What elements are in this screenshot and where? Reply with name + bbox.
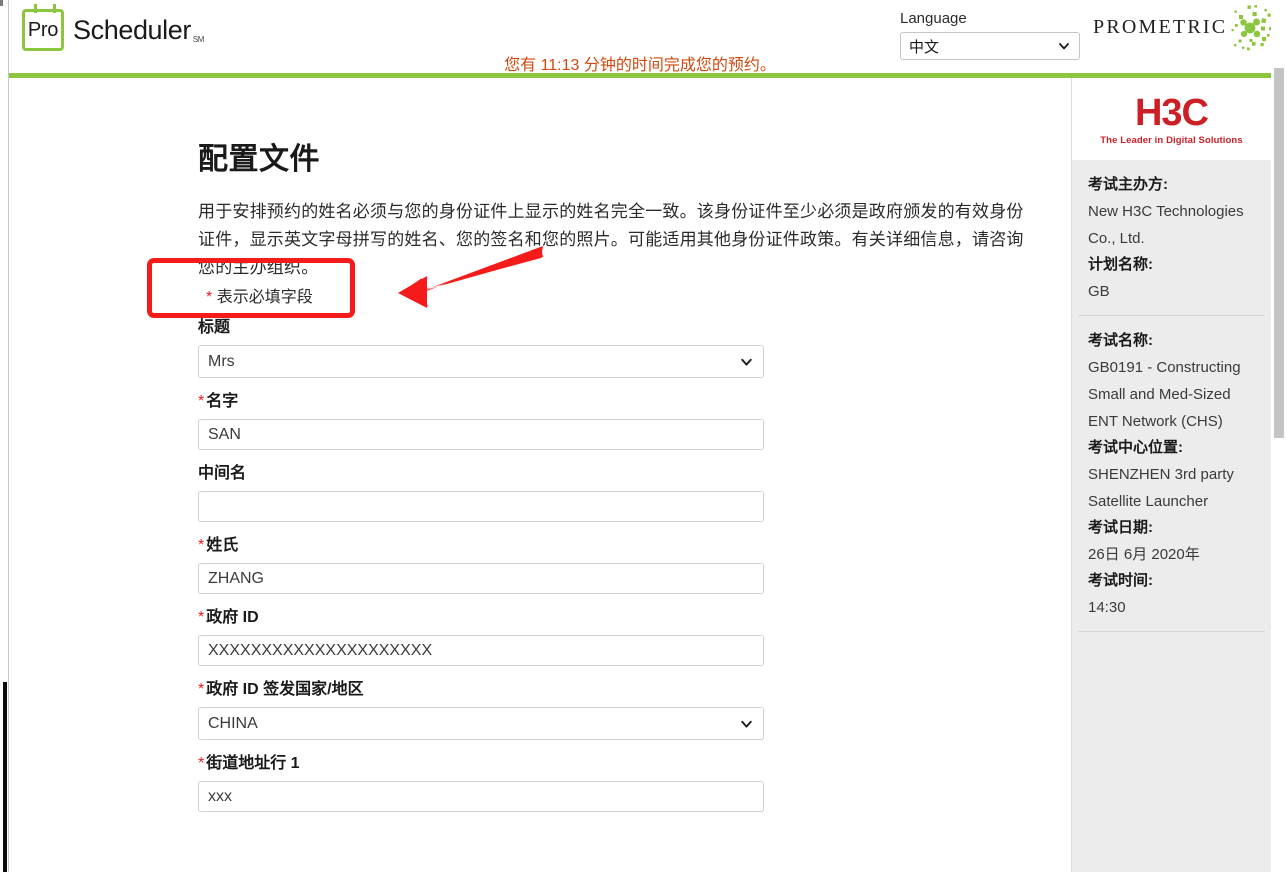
sidebar-group: 考试名称: GB0191 - Constructing Small and Med… bbox=[1072, 316, 1271, 631]
form-field: * 政府 ID bbox=[198, 608, 768, 666]
form-select[interactable]: CHINA bbox=[198, 707, 764, 740]
prometric-wordmark: PROMETRIC bbox=[1093, 16, 1228, 38]
required-star: * bbox=[198, 755, 205, 772]
form-field: 中间名 bbox=[198, 464, 768, 522]
form-field-label: 标题 bbox=[198, 318, 768, 338]
form-text-input[interactable] bbox=[198, 491, 764, 522]
form-text-input[interactable] bbox=[198, 563, 764, 594]
h3c-logo-tagline: The Leader in Digital Solutions bbox=[1100, 134, 1243, 146]
logo-wordmark: Scheduler SM bbox=[73, 14, 204, 46]
form-field-label: * 名字 bbox=[198, 392, 768, 412]
form-field-label: * 政府 ID bbox=[198, 608, 768, 628]
required-star: * bbox=[198, 393, 205, 410]
required-note-star: * bbox=[206, 289, 213, 306]
sidebar-item-value: GB bbox=[1088, 283, 1110, 300]
chevron-down-icon bbox=[741, 358, 752, 366]
required-star: * bbox=[198, 681, 205, 698]
logo-badge-text: Pro bbox=[27, 18, 59, 41]
logo-servicemark: SM bbox=[192, 34, 205, 44]
required-star: * bbox=[198, 609, 205, 626]
form-select-value: Mrs bbox=[208, 352, 235, 370]
sidebar-item-value: SHENZHEN 3rd party Satellite Launcher bbox=[1088, 466, 1234, 510]
language-select-value: 中文 bbox=[909, 38, 940, 56]
page-header: Pro Scheduler SM Language 中文 PROMETRIC 您… bbox=[9, 0, 1275, 74]
form-field-label-text: 中间名 bbox=[198, 465, 247, 482]
calendar-ring-left-icon bbox=[34, 4, 37, 13]
form-field-label: * 姓氏 bbox=[198, 536, 768, 556]
h3c-logo-text: H3C bbox=[1134, 91, 1209, 134]
form-field: * 名字 bbox=[198, 392, 768, 450]
left-edge-dark-bar bbox=[3, 682, 7, 872]
sidebar-divider bbox=[1078, 631, 1265, 632]
sidebar-item-label: 考试名称: bbox=[1088, 332, 1153, 349]
form-field-label: 中间名 bbox=[198, 464, 768, 484]
sidebar-item-label: 考试中心位置: bbox=[1088, 439, 1183, 456]
form-text-input[interactable] bbox=[198, 635, 764, 666]
chevron-down-icon bbox=[741, 720, 752, 728]
form-select[interactable]: Mrs bbox=[198, 345, 764, 378]
form-field-label-text: 政府 ID bbox=[206, 609, 259, 626]
sidebar-item-label: 考试时间: bbox=[1088, 572, 1153, 589]
sidebar-item-value: 26日 6月 2020年 bbox=[1088, 546, 1200, 563]
page-description: 用于安排预约的姓名必须与您的身份证件上显示的姓名完全一致。该身份证件至少必须是政… bbox=[198, 202, 1024, 277]
calendar-ring-right-icon bbox=[53, 4, 56, 13]
required-note-label: 表示必填字段 bbox=[216, 289, 313, 306]
form-field: * 街道地址行 1 bbox=[198, 754, 768, 812]
prometric-logo: PROMETRIC bbox=[1093, 5, 1276, 54]
form-field-label-text: 政府 ID 签发国家/地区 bbox=[206, 681, 364, 698]
prometric-starburst-icon bbox=[1231, 5, 1275, 51]
form-field: 标题 Mrs bbox=[198, 318, 768, 378]
form-field-label-text: 标题 bbox=[198, 319, 231, 336]
sidebar-item-value: GB0191 - Constructing Small and Med-Size… bbox=[1088, 359, 1241, 430]
form-field-label: * 政府 ID 签发国家/地区 bbox=[198, 680, 768, 700]
sidebar-item-label: 考试日期: bbox=[1088, 519, 1153, 536]
left-edge-tick bbox=[0, 0, 3, 6]
page-scrollbar-thumb[interactable] bbox=[1274, 68, 1284, 438]
proscheduler-logo[interactable]: Pro Scheduler SM bbox=[22, 4, 204, 51]
h3c-logo: H3C The Leader in Digital Solutions bbox=[1072, 78, 1271, 160]
form-text-input[interactable] bbox=[198, 419, 764, 450]
form-field-label-text: 街道地址行 1 bbox=[206, 755, 300, 772]
sidebar-item-value: New H3C Technologies Co., Ltd. bbox=[1088, 203, 1244, 247]
sidebar-item-value: 14:30 bbox=[1088, 599, 1126, 616]
form-field-label: * 街道地址行 1 bbox=[198, 754, 768, 774]
sidebar-detail-groups: 考试主办方: New H3C Technologies Co., Ltd. 计划名称… bbox=[1072, 160, 1271, 632]
logo-wordmark-text: Scheduler bbox=[73, 14, 191, 45]
main-content: 配置文件 用于安排预约的姓名必须与您的身份证件上显示的姓名完全一致。该身份证件至… bbox=[10, 78, 1070, 872]
form-field: * 政府 ID 签发国家/地区 CHINA bbox=[198, 680, 768, 740]
page-title: 配置文件 bbox=[198, 143, 320, 177]
form-field-label-text: 名字 bbox=[206, 393, 239, 410]
form-field-label-text: 姓氏 bbox=[206, 537, 239, 554]
calendar-badge-icon: Pro bbox=[22, 4, 64, 51]
form-field: * 姓氏 bbox=[198, 536, 768, 594]
app-root: Pro Scheduler SM Language 中文 PROMETRIC 您… bbox=[0, 0, 1287, 872]
page-scrollbar[interactable] bbox=[1271, 0, 1287, 872]
required-fields-note: * 表示必填字段 bbox=[206, 283, 313, 307]
language-selector-block: Language 中文 bbox=[900, 10, 1080, 60]
required-star: * bbox=[198, 537, 205, 554]
chevron-down-icon bbox=[1059, 43, 1069, 50]
exam-info-sidebar: H3C The Leader in Digital Solutions 考试主办… bbox=[1071, 78, 1271, 872]
form-text-input[interactable] bbox=[198, 781, 764, 812]
form-select-value: CHINA bbox=[208, 714, 258, 732]
profile-form: 标题Mrs*名字中间名*姓氏*政府 ID*政府 ID 签发国家/地区CHINA*… bbox=[198, 318, 768, 826]
sidebar-item-label: 考试主办方: bbox=[1088, 176, 1168, 193]
language-label: Language bbox=[900, 10, 967, 27]
sidebar-group: 考试主办方: New H3C Technologies Co., Ltd. 计划名称… bbox=[1072, 160, 1271, 315]
sidebar-item-label: 计划名称: bbox=[1088, 256, 1153, 273]
